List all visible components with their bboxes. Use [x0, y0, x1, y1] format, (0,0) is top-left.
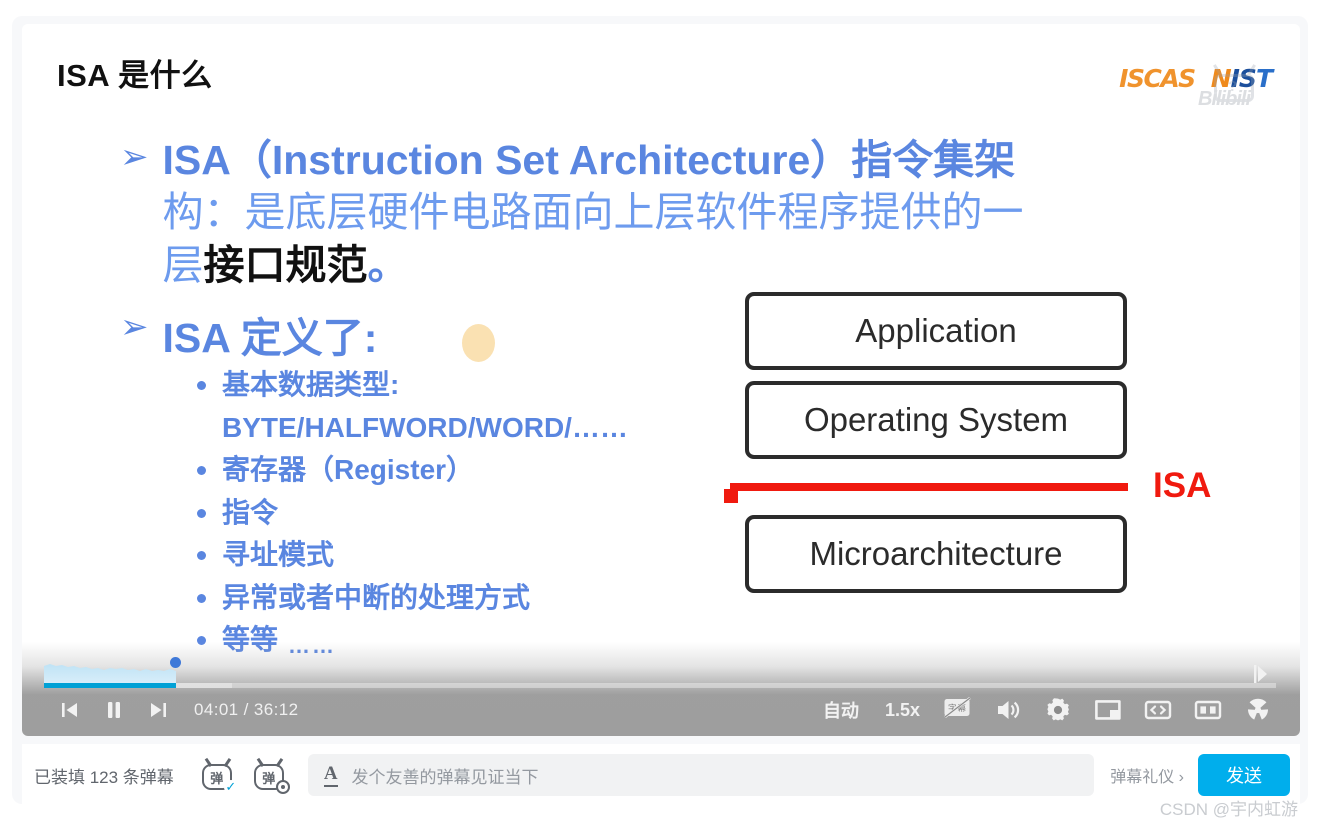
diagram-box-microarchitecture: Microarchitecture	[745, 515, 1127, 593]
danmaku-settings-dot-icon	[275, 780, 290, 794]
definition-seg-emphasis: 接口规范	[203, 241, 368, 288]
sub-bullet-list: 基本数据类型: BYTE/HALFWORD/WORD/…… 寄存器（Regist…	[197, 364, 757, 663]
iscas-logo: ISCAS	[1119, 63, 1196, 93]
danmaku-settings-button[interactable]: 弹	[252, 758, 290, 794]
pause-button[interactable]	[92, 692, 136, 728]
danmaku-toggle-button[interactable]: 弹 ✓	[200, 758, 238, 794]
dot-bullet-icon	[197, 466, 206, 476]
diagram-box-operating-system: Operating System	[745, 381, 1127, 459]
list-item: 寄存器（Register）	[197, 449, 757, 492]
subtitle-off-icon: 字 幕	[944, 697, 971, 719]
danmaku-icon-group: 弹 ✓ 弹	[200, 758, 290, 794]
diagram-box-application: Application	[745, 292, 1127, 370]
next-episode-button[interactable]	[136, 692, 180, 728]
isa-divider-line	[730, 483, 1128, 491]
danmaku-enabled-check-icon: ✓	[223, 779, 238, 794]
widescreen-icon	[1144, 700, 1172, 720]
prev-episode-button[interactable]	[48, 692, 92, 728]
arrow-bullet-icon: ➢	[120, 137, 149, 177]
nist-logo-t: T	[1255, 63, 1273, 93]
list-item: 基本数据类型: BYTE/HALFWORD/WORD/……	[197, 364, 757, 449]
institution-logos: ISCAS NIST	[1119, 58, 1273, 98]
slide-title: ISA 是什么	[57, 58, 213, 93]
time-separator: /	[243, 700, 249, 719]
pip-icon	[1095, 700, 1121, 720]
picture-in-picture-button[interactable]	[1086, 691, 1130, 729]
progress-heatmap	[44, 664, 176, 684]
player-right-controls: 自动 1.5x 字 幕	[813, 690, 1280, 730]
playback-controls: 04:01 / 36:12	[48, 692, 298, 728]
isa-layer-diagram: Application Operating System ISA Microar…	[730, 292, 1211, 593]
bullet-level1-definition: ➢ ISA（Instruction Set Architecture）指令集架构…	[120, 134, 1240, 291]
subtitle-toggle[interactable]: 字 幕	[936, 691, 980, 729]
player-control-bar: 04:01 / 36:12 自动 1.5x 字 幕	[22, 642, 1300, 736]
text-style-icon[interactable]: A	[323, 764, 338, 787]
next-icon	[151, 703, 166, 717]
dot-bullet-icon	[197, 381, 206, 390]
csdn-watermark: CSDN @宇内虹游	[1159, 800, 1298, 819]
gear-icon	[1047, 698, 1069, 721]
sub-bullet-label: 寄存器（Register）	[222, 454, 475, 486]
volume-icon	[998, 701, 1020, 719]
quality-selector[interactable]: 自动	[813, 697, 869, 723]
sub-bullet-label: 基本数据类型:	[222, 369, 400, 400]
nist-logo: NIST	[1210, 63, 1273, 93]
fullscreen-button[interactable]	[1186, 691, 1230, 729]
time-display: 04:01 / 36:12	[194, 700, 298, 720]
screenshot-root: ISA 是什么 ISCAS NIST ? Bilibili ➢ ISA（Inst…	[0, 0, 1320, 824]
bullet-level1-defines: ➢ ISA 定义了:	[120, 304, 377, 364]
isa-divider-label: ISA	[1153, 466, 1212, 505]
video-player[interactable]: ISA 是什么 ISCAS NIST ? Bilibili ➢ ISA（Inst…	[22, 24, 1300, 736]
nist-logo-n: N	[1210, 63, 1232, 93]
time-total: 36:12	[253, 700, 299, 719]
playback-speed-selector[interactable]: 1.5x	[875, 700, 930, 721]
arrow-bullet-icon-2: ➢	[120, 307, 149, 347]
settings-button[interactable]	[1036, 691, 1080, 729]
sub-bullet-label: 寻址模式	[222, 539, 335, 571]
radiation-icon	[1247, 698, 1269, 720]
definition-seg-title: ISA（Instruction Set Architecture）指令集架	[162, 137, 1016, 183]
sub-bullet-group: 基本数据类型: BYTE/HALFWORD/WORD/……	[222, 364, 628, 449]
send-danmaku-button[interactable]: 发送	[1198, 754, 1290, 796]
danmaku-etiquette-link[interactable]: 弹幕礼仪 ›	[1110, 763, 1184, 787]
nist-logo-is: IS	[1230, 63, 1257, 93]
dot-bullet-icon	[197, 551, 206, 561]
widescreen-button[interactable]	[1136, 691, 1180, 729]
progress-handle[interactable]	[170, 657, 181, 668]
list-item: 异常或者中断的处理方式	[197, 577, 757, 620]
definition-seg-body: 构：是底层硬件电路面向上层软件程序提供的一	[162, 189, 1024, 236]
progress-played	[44, 683, 176, 688]
list-item: 寻址模式	[197, 534, 757, 577]
danmaku-count-label: 已装填 123 条弹幕	[34, 767, 174, 787]
danmaku-input-placeholder[interactable]: 发个友善的弹幕见证当下	[352, 763, 539, 788]
sub-bullet-label: 指令	[222, 496, 279, 528]
bullet-defines-text: ISA 定义了:	[162, 315, 378, 361]
pause-icon	[108, 702, 120, 718]
danmaku-circle-artifact	[462, 324, 495, 362]
video-frame: ISA 是什么 ISCAS NIST ? Bilibili ➢ ISA（Inst…	[22, 24, 1300, 736]
definition-seg-ceng: 层	[162, 241, 204, 288]
danmaku-input-wrapper[interactable]: A 发个友善的弹幕见证当下	[307, 754, 1095, 796]
list-item: 指令	[197, 492, 757, 535]
dot-bullet-icon	[197, 508, 206, 518]
sub-bullet-label-2: BYTE/HALFWORD/WORD/……	[222, 411, 628, 443]
dot-bullet-icon	[197, 593, 206, 603]
volume-button[interactable]	[986, 691, 1030, 729]
fullscreen-icon	[1194, 700, 1222, 720]
time-current: 04:01	[194, 700, 239, 719]
sub-bullet-label: 异常或者中断的处理方式	[222, 581, 531, 613]
bullet-definition-text: ISA（Instruction Set Architecture）指令集架 构：是…	[163, 134, 1024, 291]
danmaku-send-bar: 已装填 123 条弹幕 弹 ✓ 弹 A 发个友善的弹幕见证当下 弹幕礼仪 › 发…	[22, 744, 1300, 806]
danmaku-nuclear-button[interactable]	[1236, 691, 1280, 729]
skip-segment-marker-icon[interactable]	[1250, 662, 1268, 686]
previous-icon	[62, 703, 77, 717]
definition-seg-period: 。	[367, 241, 409, 288]
progress-bar[interactable]	[44, 657, 1276, 688]
isa-divider-row: ISA	[730, 459, 1211, 515]
